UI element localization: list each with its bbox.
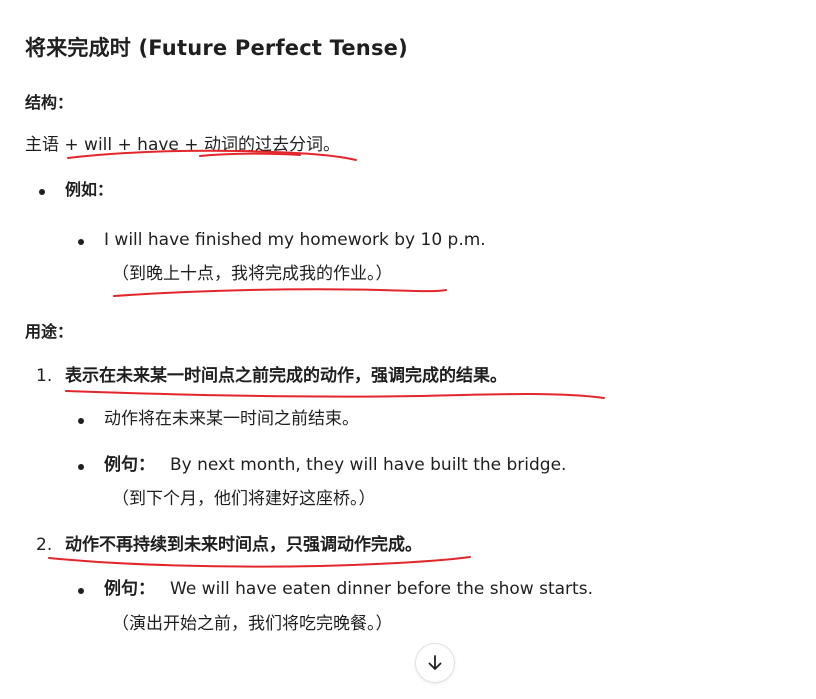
arrow-down-icon <box>428 655 442 670</box>
bullet <box>39 189 45 195</box>
example-sentence-en: By next month, they will have built the … <box>170 455 567 475</box>
underline-stroke-example-zh <box>113 288 447 297</box>
chat-response-content: 将来完成时 (Future Perfect Tense) 结构： 主语 + wi… <box>0 0 816 699</box>
example-label: 例如： <box>65 180 114 199</box>
list-number: 2. <box>36 535 53 555</box>
bullet <box>78 239 84 245</box>
example-label: 例句： <box>104 579 155 599</box>
bullet <box>78 588 84 594</box>
scroll-to-bottom-button[interactable] <box>415 643 455 683</box>
structure-label: 结构： <box>25 93 74 112</box>
bullet <box>78 418 84 424</box>
example-sentence-en: We will have eaten dinner before the sho… <box>170 579 593 599</box>
underline-stroke-usage-1 <box>65 390 605 399</box>
example-sentence-zh: （演出开始之前，我们将吃完晚餐。） <box>112 614 393 634</box>
list-number: 1. <box>36 366 53 386</box>
usage-note-1: 动作将在未来某一时间之前结束。 <box>104 409 359 429</box>
usage-label: 用途： <box>25 322 74 341</box>
structure-formula: 主语 + will + have + 动词的过去分词。 <box>25 135 340 155</box>
example-sentence-en: I will have finished my homework by 10 p… <box>104 230 486 250</box>
example-sentence-zh: （到晚上十点，我将完成我的作业。） <box>112 264 393 284</box>
underline-stroke-usage-2 <box>48 556 471 568</box>
usage-heading-2: 动作不再持续到未来时间点，只强调动作完成。 <box>65 535 422 555</box>
example-label: 例句： <box>104 455 155 475</box>
bullet <box>78 464 84 470</box>
usage-heading-1: 表示在未来某一时间点之前完成的动作，强调完成的结果。 <box>65 366 507 386</box>
example-sentence-zh: （到下个月，他们将建好这座桥。） <box>112 489 376 509</box>
page-title: 将来完成时 (Future Perfect Tense) <box>25 36 408 60</box>
